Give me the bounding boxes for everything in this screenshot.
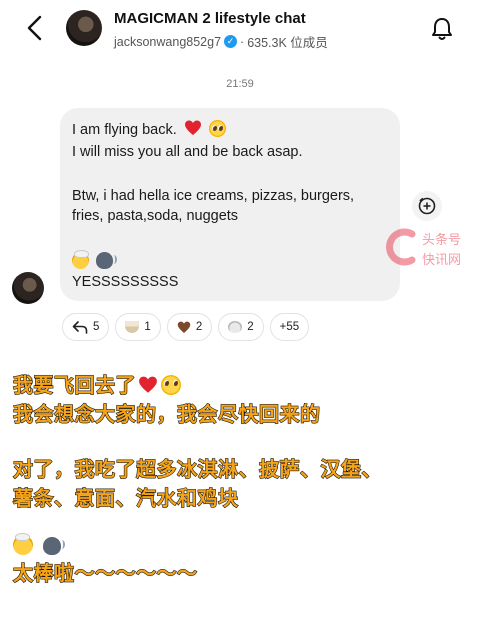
- channel-title[interactable]: MAGICMAN 2 lifestyle chat: [114, 10, 306, 27]
- noodle-bowl-icon: [125, 321, 140, 333]
- add-reaction-icon: [418, 197, 436, 215]
- watermark-logo: 头条号 快讯网: [372, 222, 490, 272]
- member-count: 635.3K 位成员: [247, 36, 328, 50]
- back-arrow-icon[interactable]: [24, 14, 48, 42]
- reaction-count: 2: [247, 321, 254, 333]
- translation-line-4: 薯条、意面、汽水和鸡块: [13, 486, 239, 511]
- channel-avatar[interactable]: [66, 10, 102, 46]
- mind-blown-face-icon: [72, 250, 89, 269]
- message-line-2: I will miss you all and be back asap.: [72, 144, 303, 160]
- pleading-face-icon: [208, 120, 226, 137]
- add-reaction-button[interactable]: [412, 191, 442, 221]
- reaction-count: 1: [144, 321, 151, 333]
- translation-line-2: 我会想念大家的，我会尽快回来的: [13, 402, 321, 427]
- chat-header: MAGICMAN 2 lifestyle chat jacksonwang852…: [0, 0, 490, 58]
- watermark-c-icon: 头条号 快讯网: [386, 228, 461, 268]
- watermark-top-text: 头条号: [422, 232, 461, 248]
- notification-bell-icon[interactable]: [430, 16, 454, 42]
- mouse-face-icon: [228, 321, 243, 333]
- message-line-4: fries, pasta,soda, nuggets: [72, 208, 239, 224]
- brown-heart-icon: [177, 321, 191, 333]
- reaction-chip-brown-heart[interactable]: 2: [166, 313, 213, 341]
- reaction-bar: 5 1 2 2 +55: [62, 313, 310, 341]
- red-heart-icon: [139, 376, 157, 393]
- watermark-bottom-text: 快讯网: [422, 253, 461, 268]
- message-line-1: I am flying back.: [72, 120, 226, 138]
- reply-count: 5: [93, 321, 100, 333]
- separator-dot: ·: [240, 34, 245, 49]
- message-line-3: Btw, i had hella ice creams, pizzas, bur…: [72, 188, 355, 204]
- message-bubble[interactable]: I am flying back. I will miss you all an…: [60, 108, 400, 301]
- reaction-count: 2: [195, 321, 203, 333]
- more-reactions-count: +55: [279, 321, 300, 333]
- speaking-head-icon: [96, 252, 118, 269]
- message-line-5: YESSSSSSSSS: [72, 274, 179, 290]
- pleading-face-icon: [161, 375, 181, 395]
- sender-avatar[interactable]: [12, 272, 44, 304]
- translation-line-5: 太棒啦～～～～～～: [13, 561, 198, 586]
- translation-line-1: 我要飞回去了: [13, 369, 181, 398]
- channel-username: jacksonwang852g7: [114, 34, 222, 49]
- reaction-chip-mouse[interactable]: 2: [218, 313, 264, 341]
- reply-count-chip[interactable]: 5: [62, 313, 110, 341]
- channel-subtitle: jacksonwang852g7 ✓ · 635.3K 位成员: [114, 32, 328, 51]
- speaking-head-icon: [43, 537, 66, 555]
- more-reactions-chip[interactable]: +55: [269, 313, 310, 341]
- message-timestamp: 21:59: [226, 78, 254, 90]
- emoji-row: [72, 250, 118, 270]
- verified-badge-icon: ✓: [224, 35, 238, 48]
- translation-line-3: 对了，我吃了超多冰淇淋、披萨、汉堡、: [13, 457, 383, 482]
- reply-icon: [72, 321, 88, 334]
- reaction-chip-noodle[interactable]: 1: [115, 313, 161, 341]
- mind-blown-face-icon: [13, 533, 33, 555]
- translation-emoji-row: [13, 533, 66, 557]
- red-heart-icon: [184, 120, 201, 135]
